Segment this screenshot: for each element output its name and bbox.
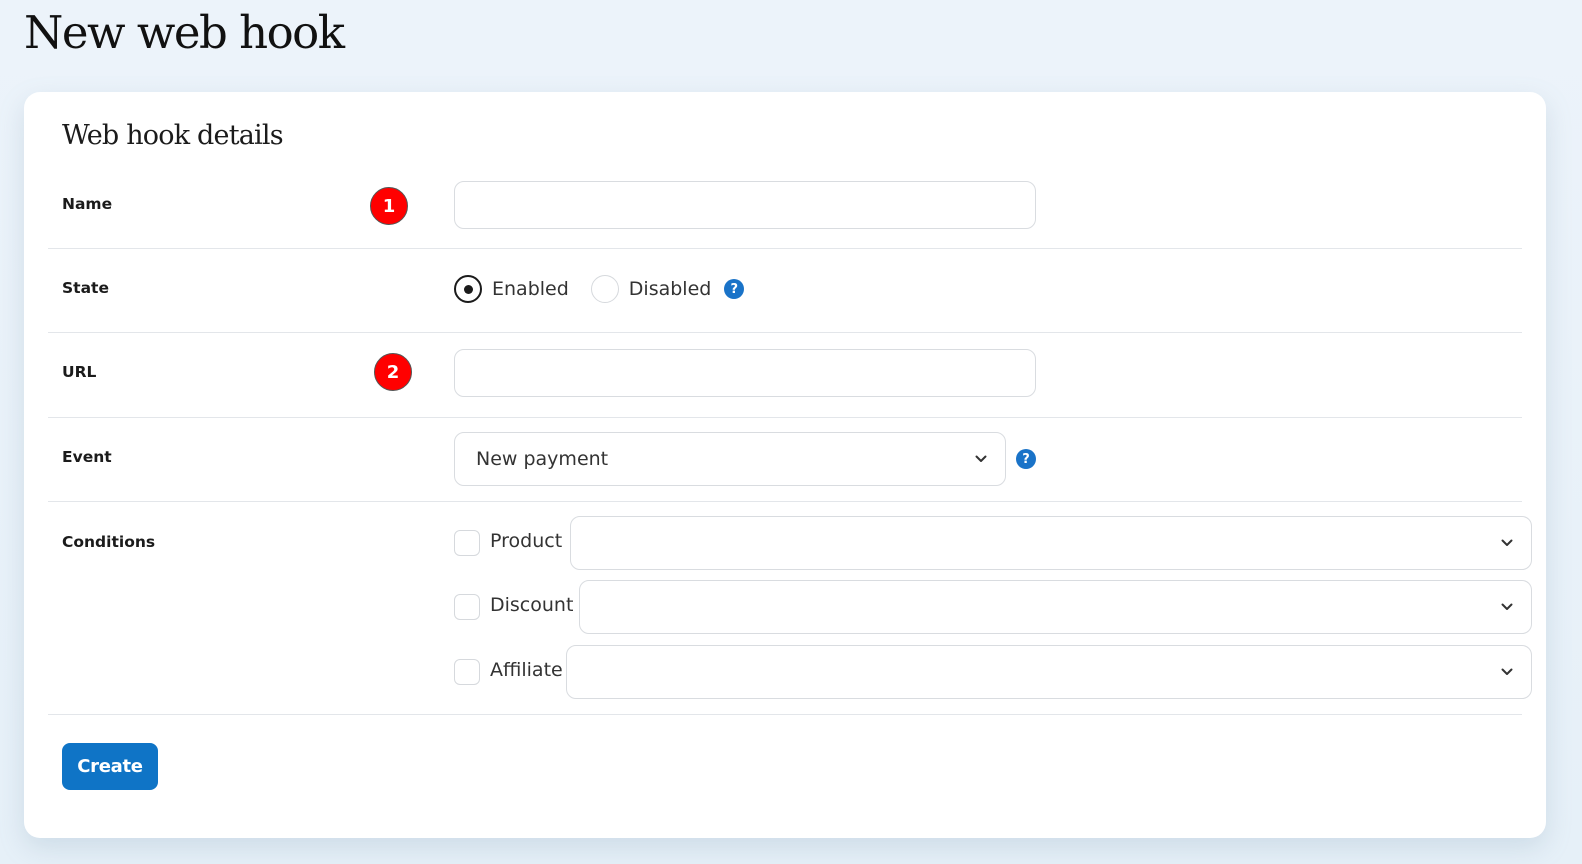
webhook-details-card: Web hook details Name 1 State Enabled Di…	[24, 92, 1546, 838]
event-row: Event New payment ?	[48, 417, 1522, 502]
state-radio-group: Enabled Disabled ?	[454, 274, 745, 304]
affiliate-select[interactable]	[566, 645, 1532, 699]
event-help-icon[interactable]: ?	[1016, 449, 1036, 469]
product-select[interactable]	[570, 516, 1532, 570]
state-enabled-label[interactable]: Enabled	[492, 278, 569, 300]
state-radio-enabled[interactable]	[454, 275, 482, 303]
affiliate-label[interactable]: Affiliate	[490, 659, 563, 681]
condition-discount: Discount	[454, 580, 1532, 634]
name-label: Name	[62, 195, 113, 213]
chevron-down-icon	[1501, 668, 1513, 675]
annotation-marker-2: 2	[374, 353, 412, 391]
state-radio-disabled[interactable]	[590, 275, 619, 303]
state-help-icon[interactable]: ?	[724, 279, 745, 299]
product-label[interactable]: Product	[490, 530, 562, 552]
discount-label[interactable]: Discount	[490, 594, 573, 616]
name-input[interactable]	[454, 181, 1036, 229]
discount-checkbox[interactable]	[454, 594, 480, 620]
event-selected-value: New payment	[476, 448, 609, 470]
chevron-down-icon	[1501, 603, 1513, 610]
condition-affiliate: Affiliate	[454, 645, 1532, 699]
condition-product: Product	[454, 516, 1532, 570]
state-disabled-label[interactable]: Disabled	[629, 278, 712, 300]
name-row: Name 1	[48, 164, 1522, 249]
create-button[interactable]: Create	[62, 743, 158, 790]
url-row: URL 2	[48, 332, 1522, 418]
conditions-row: Conditions Product Discount Affiliate	[48, 501, 1532, 715]
state-label: State	[62, 279, 109, 297]
discount-select[interactable]	[579, 580, 1532, 634]
url-label: URL	[62, 363, 97, 381]
url-input[interactable]	[454, 349, 1036, 397]
state-row: State Enabled Disabled ?	[48, 248, 1522, 333]
page-title: New web hook	[24, 6, 345, 59]
event-select[interactable]: New payment	[454, 432, 1006, 486]
affiliate-checkbox[interactable]	[454, 659, 480, 685]
chevron-down-icon	[1501, 539, 1513, 546]
annotation-marker-1: 1	[370, 187, 408, 225]
conditions-label: Conditions	[62, 533, 156, 551]
card-title: Web hook details	[62, 120, 284, 151]
chevron-down-icon	[975, 455, 987, 462]
event-label: Event	[62, 448, 112, 466]
product-checkbox[interactable]	[454, 530, 480, 556]
